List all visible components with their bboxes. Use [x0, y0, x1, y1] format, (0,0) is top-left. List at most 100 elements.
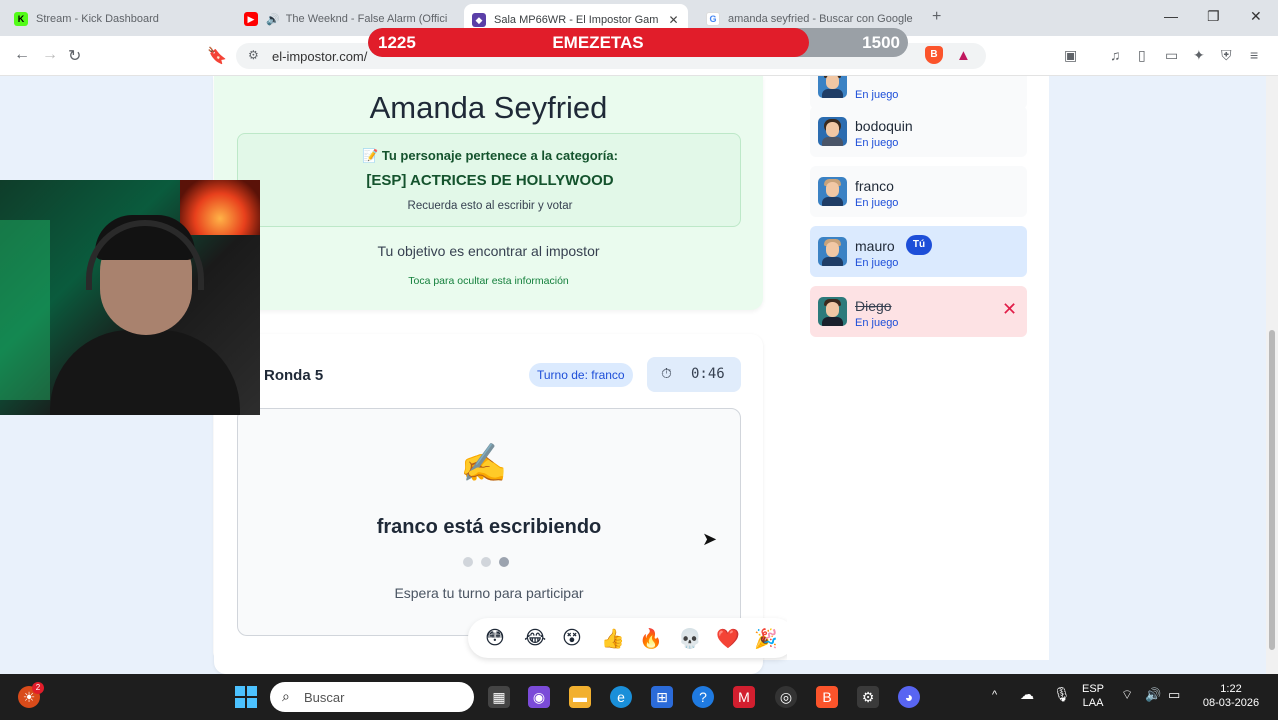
- back-icon[interactable]: ←: [14, 46, 30, 64]
- player-status: En juego: [855, 317, 899, 329]
- scrollbar-thumb[interactable]: [1269, 330, 1275, 650]
- player-name: bodoquin: [855, 118, 913, 134]
- windows-taskbar: ☀ 2 ⌕ Buscar ▦ ◉ ▬ e ⊞ ? M ◎ B ⚙ ◕ ^ ☁ 🎙…: [0, 674, 1278, 720]
- typing-dot: [481, 557, 491, 567]
- menu-icon[interactable]: ≡: [1250, 47, 1258, 63]
- stream-goal-bar: 1225 EMEZETAS 1500: [368, 28, 908, 57]
- avatar-face: [826, 242, 839, 257]
- clock-date: 08-03-2026: [1202, 697, 1260, 709]
- reaction-fire-button[interactable]: 🔥: [639, 627, 663, 651]
- turn-timer: ⏱ 0:46: [647, 357, 741, 392]
- round-title: Ronda 5: [264, 367, 324, 384]
- avatar: [818, 237, 847, 266]
- microphone-icon[interactable]: 🎙: [1053, 687, 1071, 701]
- clock[interactable]: 1:22 08-03-2026: [1198, 682, 1264, 710]
- reaction-laugh-button[interactable]: 😂: [524, 627, 546, 650]
- goal-target-value: 1500: [862, 33, 900, 52]
- typing-indicator: [463, 554, 517, 572]
- reaction-heart-button[interactable]: ❤️: [716, 627, 740, 651]
- volume-icon[interactable]: 🔊: [1145, 688, 1161, 702]
- player-status: En juego: [855, 257, 899, 269]
- settings-gear-icon[interactable]: ⚙: [857, 686, 879, 708]
- player-status: En juego: [855, 137, 899, 149]
- brave-shields-icon[interactable]: B: [925, 46, 943, 64]
- restore-icon[interactable]: ❐: [1207, 8, 1220, 25]
- file-explorer-icon[interactable]: ▬: [569, 686, 591, 708]
- page-scrollbar[interactable]: [1266, 76, 1278, 674]
- taskbar-search[interactable]: ⌕ Buscar: [270, 682, 474, 712]
- bookmark-icon[interactable]: 🔖: [207, 46, 227, 66]
- impostor-icon: ◆: [472, 13, 486, 27]
- store-icon[interactable]: ⊞: [651, 686, 673, 708]
- discord-icon[interactable]: ◕: [898, 686, 920, 708]
- webcam-person-body: [50, 330, 240, 415]
- kick-icon: K: [14, 12, 28, 26]
- reaction-flushed-button[interactable]: 😳: [485, 627, 505, 650]
- goal-name: EMEZETAS: [552, 33, 644, 52]
- close-tab-icon[interactable]: ✕: [668, 13, 678, 27]
- tab-kick-dashboard[interactable]: K Stream - Kick Dashboard: [6, 5, 236, 33]
- minimize-icon[interactable]: —: [1164, 8, 1178, 24]
- avatar: [818, 76, 847, 98]
- site-info-icon[interactable]: ⚙: [248, 48, 259, 62]
- task-view-icon[interactable]: ▦: [488, 686, 510, 708]
- obs-icon[interactable]: ◎: [775, 686, 797, 708]
- avatar-body: [822, 257, 843, 266]
- category-label: 📝 Tu personaje pertenece a la categoría:: [362, 148, 618, 163]
- sidebar-icon[interactable]: ▯: [1138, 47, 1146, 64]
- close-window-icon[interactable]: ✕: [1250, 8, 1262, 25]
- category-value: [ESP] ACTRICES DE HOLLYWOOD: [366, 172, 614, 189]
- edge-icon[interactable]: e: [610, 686, 632, 708]
- language-code: ESP: [1082, 683, 1105, 695]
- google-icon: G: [706, 12, 720, 26]
- leo-ai-icon[interactable]: ✦: [1193, 47, 1205, 64]
- reaction-bar: 😳 😂 😵 👍 🔥 💀 ❤️ 🎉: [468, 618, 795, 658]
- player-name: Diego: [855, 298, 892, 314]
- avatar-face: [826, 122, 839, 137]
- player-card: bodoquin En juego: [810, 106, 1027, 157]
- reader-mode-icon[interactable]: ▣: [1064, 47, 1077, 64]
- player-card-eliminated: Diego En juego ✕: [810, 286, 1027, 337]
- notification-badge: 2: [32, 682, 44, 694]
- forward-icon[interactable]: →: [42, 46, 58, 64]
- mcafee-icon[interactable]: M: [733, 686, 755, 708]
- you-badge: Tú: [906, 235, 932, 255]
- avatar-body: [822, 137, 843, 146]
- copilot-icon[interactable]: ◉: [528, 686, 550, 708]
- onedrive-icon[interactable]: ☁: [1020, 687, 1034, 701]
- eliminated-x-icon: ✕: [1002, 299, 1018, 319]
- language-indicator[interactable]: ESP LAA: [1082, 682, 1104, 710]
- battery-icon[interactable]: ▭: [1168, 688, 1180, 702]
- wallet-icon[interactable]: ▭: [1165, 47, 1178, 64]
- new-tab-button[interactable]: +: [932, 8, 941, 26]
- reload-icon[interactable]: ↻: [68, 46, 81, 66]
- timer-value: 0:46: [691, 366, 725, 382]
- brave-rewards-icon[interactable]: ▲: [956, 47, 971, 64]
- avatar: [818, 117, 847, 146]
- player-name: mauro: [855, 238, 895, 254]
- avatar-face: [826, 182, 839, 197]
- reaction-party-button[interactable]: 🎉: [754, 627, 778, 651]
- typing-dot: [463, 557, 473, 567]
- windows-start-icon[interactable]: [235, 686, 257, 708]
- vpn-icon[interactable]: ⛨: [1221, 47, 1232, 64]
- hide-info-hint[interactable]: Toca para ocultar esta información: [214, 275, 763, 287]
- players-sidebar: [787, 76, 1049, 660]
- reaction-dizzy-button[interactable]: 😵: [562, 627, 582, 650]
- player-card-me: mauro Tú En juego: [810, 226, 1027, 277]
- webcam-green-light: [0, 220, 50, 400]
- reaction-thumbs-up-button[interactable]: 👍: [601, 627, 625, 651]
- help-icon[interactable]: ?: [692, 686, 714, 708]
- category-note: Recuerda esto al escribir y votar: [407, 200, 573, 212]
- category-box: 📝 Tu personaje pertenece a la categoría:…: [237, 133, 741, 227]
- chevron-up-icon[interactable]: ^: [992, 688, 997, 702]
- avatar-face: [826, 76, 839, 89]
- reaction-skull-button[interactable]: 💀: [678, 627, 702, 651]
- media-icon[interactable]: ♫: [1110, 47, 1121, 63]
- wifi-icon[interactable]: ⌔: [1121, 688, 1133, 702]
- objective-text: Tu objetivo es encontrar al impostor: [377, 243, 600, 259]
- search-placeholder: Buscar: [304, 690, 345, 705]
- brave-taskbar-icon[interactable]: B: [816, 686, 838, 708]
- avatar-body: [822, 317, 843, 326]
- wait-turn-message: Espera tu turno para participar: [394, 585, 584, 601]
